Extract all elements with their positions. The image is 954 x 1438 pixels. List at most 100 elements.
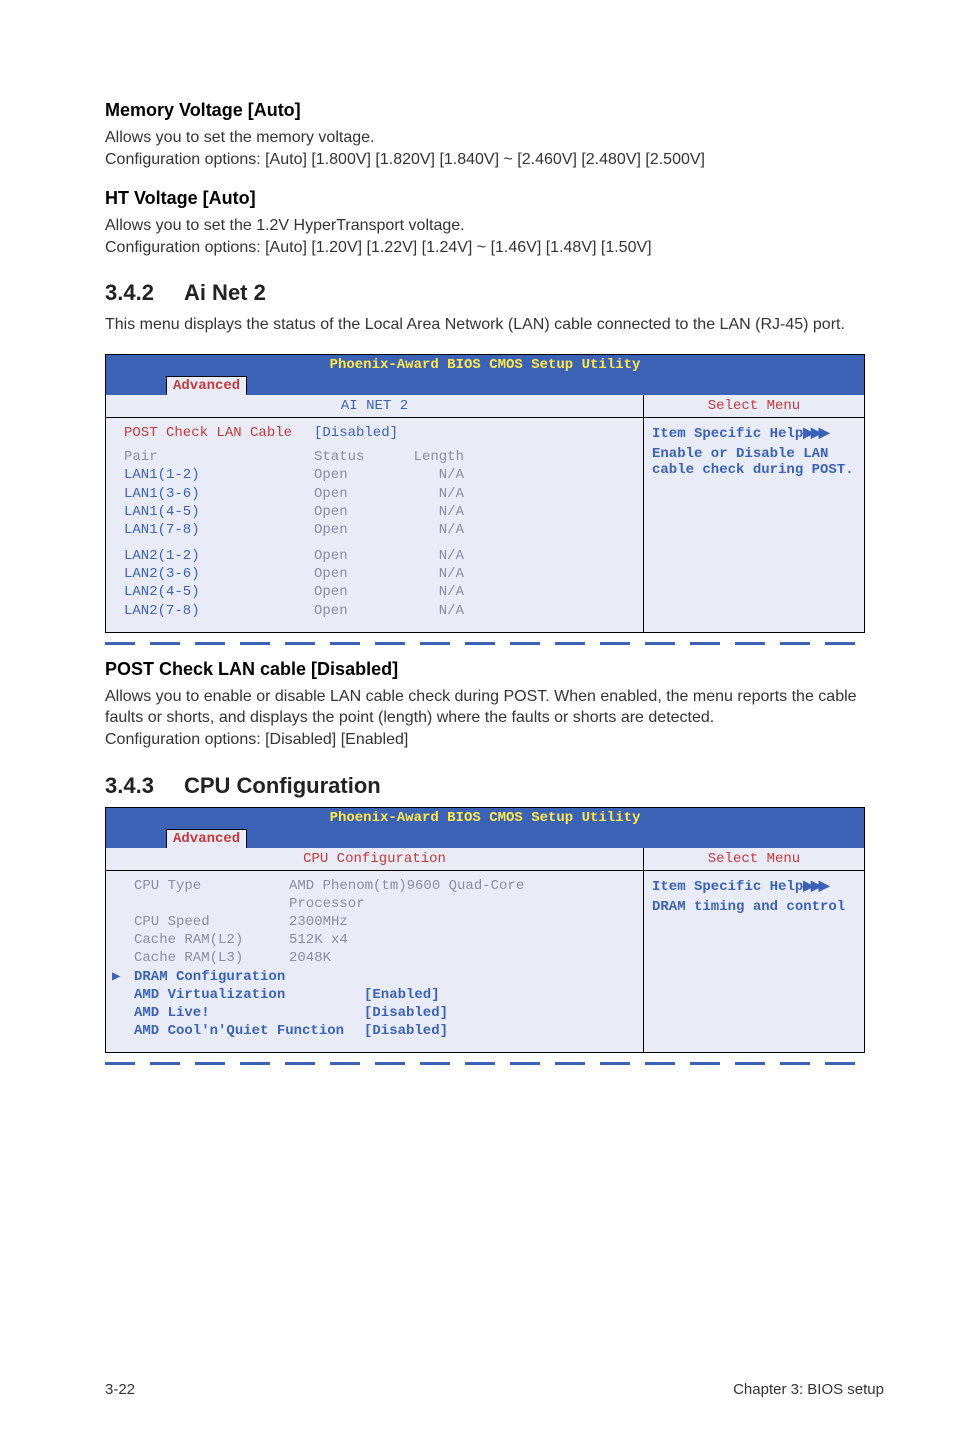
bios-right-pane: Item Specific Help▶▶▶ DRAM timing and co…: [644, 871, 864, 1053]
cpu-info-row: CPU TypeAMD Phenom(tm)9600 Quad-Core: [134, 877, 633, 895]
cpu-info-value: 512K x4: [289, 931, 348, 949]
bios-ainet2-box: Phoenix-Award BIOS CMOS Setup Utility Ad…: [105, 354, 865, 633]
post-check-row[interactable]: POST Check LAN Cable [Disabled]: [124, 424, 633, 442]
bios-panel-left-title: CPU Configuration: [106, 848, 644, 871]
dashed-divider: [105, 1062, 865, 1065]
section-3-4-2-intro: This menu displays the status of the Loc…: [105, 314, 884, 336]
lan-length: N/A: [394, 583, 464, 601]
cpu-info-row: Processor: [134, 895, 633, 913]
lan-status: Open: [314, 521, 394, 539]
dashed-divider: [105, 642, 865, 645]
cpu-info-row: Cache RAM(L3)2048K: [134, 949, 633, 967]
lan-status: Open: [314, 583, 394, 601]
cpu-option-value[interactable]: [Disabled]: [364, 1004, 448, 1022]
lan-row: LAN1(4-5)OpenN/A: [124, 503, 633, 521]
cpu-info-value: 2300MHz: [289, 913, 348, 931]
lan-length: N/A: [394, 565, 464, 583]
help-text: Enable or Disable LAN cable check during…: [652, 446, 856, 478]
cpu-info-label: CPU Speed: [134, 913, 289, 931]
lan-length: N/A: [394, 602, 464, 620]
help-label: Item Specific Help▶▶▶: [652, 424, 856, 442]
lan-pair: LAN1(7-8): [124, 521, 314, 539]
cpu-option-label: AMD Live!: [134, 1004, 364, 1022]
lan-row: LAN2(7-8)OpenN/A: [124, 602, 633, 620]
bios-title-bar: Phoenix-Award BIOS CMOS Setup Utility: [106, 808, 864, 828]
lan-status: Open: [314, 565, 394, 583]
bios-tab-row: Advanced: [106, 375, 864, 395]
header-length: Length: [394, 448, 464, 466]
cpu-info-label: Cache RAM(L3): [134, 949, 289, 967]
section-3-4-3-heading: 3.4.3 CPU Configuration: [105, 773, 884, 799]
bios-panel-title: CPU Configuration Select Menu: [106, 848, 864, 871]
memory-voltage-heading: Memory Voltage [Auto]: [105, 100, 884, 121]
lan-length: N/A: [394, 503, 464, 521]
cpu-info-row: CPU Speed2300MHz: [134, 913, 633, 931]
lan-length: N/A: [394, 521, 464, 539]
cpu-option-label: AMD Cool'n'Quiet Function: [134, 1022, 364, 1040]
cpu-info-label: Cache RAM(L2): [134, 931, 289, 949]
bios-panel-right-title: Select Menu: [644, 395, 864, 418]
section-title: Ai Net 2: [184, 280, 266, 306]
help-label: Item Specific Help▶▶▶: [652, 877, 856, 895]
ht-voltage-body: Allows you to set the 1.2V HyperTranspor…: [105, 215, 884, 258]
bios-panel-left-title: AI NET 2: [106, 395, 644, 418]
bios-tab-row: Advanced: [106, 828, 864, 848]
lan-length: N/A: [394, 485, 464, 503]
lan-pair: LAN2(3-6): [124, 565, 314, 583]
help-text: DRAM timing and control: [652, 899, 856, 915]
cpu-option-row[interactable]: ▶DRAM Configuration: [134, 968, 633, 986]
bios-title-bar: Phoenix-Award BIOS CMOS Setup Utility: [106, 355, 864, 375]
lan-pair: LAN1(4-5): [124, 503, 314, 521]
cpu-option-value[interactable]: [Disabled]: [364, 1022, 448, 1040]
help-arrow-icon: ▶▶▶: [803, 877, 826, 893]
lan-status: Open: [314, 503, 394, 521]
bios-panel-right-title: Select Menu: [644, 848, 864, 871]
header-status: Status: [314, 448, 394, 466]
cpu-option-row[interactable]: AMD Live![Disabled]: [134, 1004, 633, 1022]
cpu-info-value: AMD Phenom(tm)9600 Quad-Core: [289, 877, 524, 895]
lan-row: LAN2(4-5)OpenN/A: [124, 583, 633, 601]
post-check-label: POST Check LAN Cable: [124, 424, 314, 442]
bios-left-pane: POST Check LAN Cable [Disabled] Pair Sta…: [106, 418, 644, 632]
cpu-option-row[interactable]: AMD Virtualization[Enabled]: [134, 986, 633, 1004]
lan-header-row: Pair Status Length: [124, 448, 633, 466]
page-number: 3-22: [105, 1381, 135, 1398]
lan-status: Open: [314, 602, 394, 620]
chapter-label: Chapter 3: BIOS setup: [733, 1381, 884, 1398]
post-check-body: Allows you to enable or disable LAN cabl…: [105, 686, 884, 751]
bios-left-pane: CPU TypeAMD Phenom(tm)9600 Quad-CoreProc…: [106, 871, 644, 1053]
memory-voltage-body: Allows you to set the memory voltage. Co…: [105, 127, 884, 170]
bios-tab-advanced[interactable]: Advanced: [166, 829, 247, 848]
bios-content: POST Check LAN Cable [Disabled] Pair Sta…: [106, 418, 864, 632]
cpu-info-label: CPU Type: [134, 877, 289, 895]
lan-row: LAN1(7-8)OpenN/A: [124, 521, 633, 539]
bios-cpu-box: Phoenix-Award BIOS CMOS Setup Utility Ad…: [105, 807, 865, 1054]
lan-status: Open: [314, 547, 394, 565]
cpu-info-label: [134, 895, 289, 913]
help-arrow-icon: ▶▶▶: [803, 424, 826, 440]
header-pair: Pair: [124, 448, 314, 466]
ht-voltage-heading: HT Voltage [Auto]: [105, 188, 884, 209]
page-footer: 3-22 Chapter 3: BIOS setup: [105, 1381, 884, 1398]
lan-pair: LAN2(4-5): [124, 583, 314, 601]
lan-status: Open: [314, 485, 394, 503]
post-check-value[interactable]: [Disabled]: [314, 424, 464, 442]
lan-length: N/A: [394, 547, 464, 565]
bios-tab-advanced[interactable]: Advanced: [166, 376, 247, 395]
section-number: 3.4.2: [105, 280, 154, 306]
section-number: 3.4.3: [105, 773, 154, 799]
lan-row: LAN1(3-6)OpenN/A: [124, 485, 633, 503]
bios-panel-title: AI NET 2 Select Menu: [106, 395, 864, 418]
cpu-info-value: Processor: [289, 895, 365, 913]
cpu-info-value: 2048K: [289, 949, 331, 967]
post-check-heading: POST Check LAN cable [Disabled]: [105, 659, 884, 680]
cpu-option-row[interactable]: AMD Cool'n'Quiet Function[Disabled]: [134, 1022, 633, 1040]
lan-row: LAN1(1-2)OpenN/A: [124, 466, 633, 484]
pointer-icon: ▶: [112, 968, 120, 986]
section-3-4-2-heading: 3.4.2 Ai Net 2: [105, 280, 884, 306]
lan-pair: LAN2(1-2): [124, 547, 314, 565]
lan-length: N/A: [394, 466, 464, 484]
lan-pair: LAN1(3-6): [124, 485, 314, 503]
lan-row: LAN2(1-2)OpenN/A: [124, 547, 633, 565]
cpu-option-value[interactable]: [Enabled]: [364, 986, 440, 1004]
